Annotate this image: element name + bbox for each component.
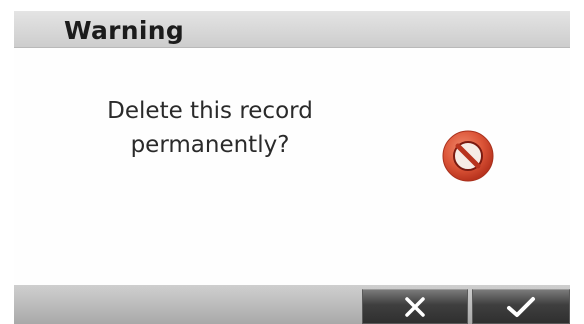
cancel-button[interactable] (362, 289, 468, 324)
confirm-button[interactable] (472, 289, 570, 324)
dialog-message: Delete this record permanently? (60, 94, 360, 162)
message-line-2: permanently? (130, 132, 290, 158)
title-bar: Warning (14, 11, 570, 48)
message-line-1: Delete this record (107, 98, 313, 124)
prohibited-icon (442, 130, 494, 182)
close-icon (405, 296, 425, 317)
warning-dialog: Warning Delete this record permanently? (0, 0, 584, 324)
checkmark-icon (507, 296, 535, 317)
dialog-title: Warning (64, 16, 185, 45)
